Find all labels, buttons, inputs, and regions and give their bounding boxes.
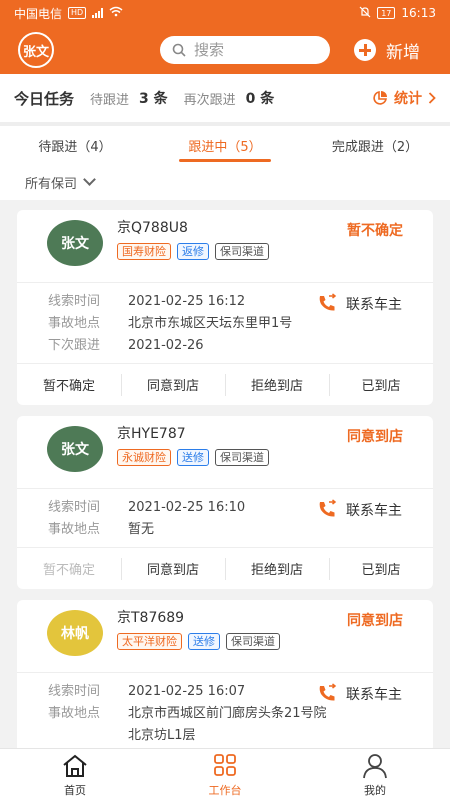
tab-in-progress[interactable]: 跟进中（5） [150,126,300,164]
signal-icon [92,8,104,18]
again-count: 0 条 [245,91,275,107]
add-button[interactable]: 新增 [354,38,420,63]
refuse-visit-button[interactable]: 拒绝到店 [225,364,329,405]
tab-home[interactable]: 首页 [0,749,150,800]
repair-type-tag: 送修 [177,449,209,466]
undecided-button: 暂不确定 [42,563,95,578]
plate-number: 京HYE787 [117,426,186,442]
stats-button[interactable]: 统计 [372,88,436,108]
user-icon [363,753,387,778]
plus-icon [354,39,376,61]
contact-owner-button[interactable]: 联系车主 [316,293,402,315]
status-tabs: 待跟进（4） 跟进中（5） 完成跟进（2） [0,126,450,164]
field-value: 2021-02-26 [128,338,204,353]
summary-title: 今日任务 [14,89,75,108]
channel-tag: 保司渠道 [226,633,280,650]
plate-number: 京Q788U8 [117,220,188,236]
tab-mine[interactable]: 我的 [300,749,450,800]
field-label: 事故地点 [48,706,101,721]
field-label: 事故地点 [48,316,101,331]
contact-label: 联系车主 [346,687,402,703]
hd-icon: HD [68,7,87,19]
field-label: 下次跟进 [48,338,101,353]
avatar: 张文 [47,220,103,266]
lead-card[interactable]: 林帆 京T87689 太平洋财险 送修 保司渠道 同意到店 线索时间 2021-0… [17,600,433,753]
status-badge: 暂不确定 [347,223,403,239]
phone-icon [319,683,337,701]
tab-pending[interactable]: 待跟进（4） [0,126,150,164]
field-value: 暂无 [128,522,155,537]
phone-icon [319,293,337,311]
lead-card[interactable]: 张文 京HYE787 永诚财险 送修 保司渠道 同意到店 线索时间 2021-02… [17,416,433,589]
tab-completed[interactable]: 完成跟进（2） [300,126,450,164]
wifi-icon [109,6,123,20]
field-value: 2021-02-25 16:07 [128,684,246,699]
grid-icon [214,753,236,776]
arrived-button[interactable]: 已到店 [329,548,433,589]
tab-home-label: 首页 [64,783,86,797]
chevron-right-icon [428,92,436,104]
contact-owner-button[interactable]: 联系车主 [316,683,402,705]
add-button-label: 新增 [386,42,420,63]
plate-number: 京T87689 [117,610,185,626]
search-input[interactable] [194,41,304,59]
field-value: 北京市东城区天坛东里甲1号 [128,316,293,331]
field-label: 线索时间 [48,500,101,515]
contact-owner-button[interactable]: 联系车主 [316,499,402,521]
status-bar: 中国电信 HD 17 16:13 [0,0,450,26]
user-avatar[interactable]: 张文 [18,32,54,68]
field-value: 2021-02-25 16:10 [128,500,246,515]
search-box[interactable] [160,36,330,64]
phone-icon [319,499,337,517]
carrier-label: 中国电信 [14,6,63,21]
status-badge: 同意到店 [347,429,403,445]
filter-label: 所有保司 [25,176,78,192]
clock: 16:13 [401,6,436,20]
home-icon [63,754,87,777]
stats-label: 统计 [394,91,422,107]
field-label: 事故地点 [48,522,101,537]
avatar: 张文 [47,426,103,472]
insurer-tag: 太平洋财险 [117,633,182,650]
pending-count: 3 条 [139,91,168,107]
avatar: 林帆 [47,610,103,656]
arrived-button[interactable]: 已到店 [329,364,433,405]
lead-list: 张文 京Q788U8 国寿财险 返修 保司渠道 暂不确定 线索时间 2021-02… [17,210,433,764]
channel-tag: 保司渠道 [215,449,269,466]
chevron-down-icon [83,173,96,186]
repair-type-tag: 送修 [188,633,220,650]
lead-card[interactable]: 张文 京Q788U8 国寿财险 返修 保司渠道 暂不确定 线索时间 2021-02… [17,210,433,405]
again-label: 再次跟进 [183,92,236,108]
search-icon [172,43,186,57]
pending-label: 待跟进 [90,92,130,108]
tab-mine-label: 我的 [364,783,386,797]
contact-label: 联系车主 [346,503,402,519]
mute-icon [359,6,371,21]
channel-tag: 保司渠道 [215,243,269,260]
contact-label: 联系车主 [346,297,402,313]
agree-visit-button[interactable]: 同意到店 [121,548,225,589]
field-value: 北京市西城区前门廊房头条21号院北京坊L1层 [128,706,327,743]
tab-workbench[interactable]: 工作台 [150,749,300,800]
field-label: 线索时间 [48,684,101,699]
insurer-filter[interactable]: 所有保司 [0,164,450,200]
status-badge: 同意到店 [347,613,403,629]
insurer-tag: 国寿财险 [117,243,171,260]
battery-icon: 17 [377,7,396,19]
pie-chart-icon [373,91,387,105]
field-label: 线索时间 [48,294,101,309]
tab-workbench-label: 工作台 [208,783,242,797]
refuse-visit-button[interactable]: 拒绝到店 [225,548,329,589]
field-value: 2021-02-25 16:12 [128,294,246,309]
agree-visit-button[interactable]: 同意到店 [121,364,225,405]
bottom-tab-bar: 首页 工作台 我的 [0,748,450,800]
insurer-tag: 永诚财险 [117,449,171,466]
app-header: 张文 新增 [0,26,450,74]
task-summary: 今日任务 待跟进 3 条 再次跟进 0 条 统计 [0,74,450,122]
undecided-button[interactable]: 暂不确定 [17,364,121,405]
repair-type-tag: 返修 [177,243,209,260]
